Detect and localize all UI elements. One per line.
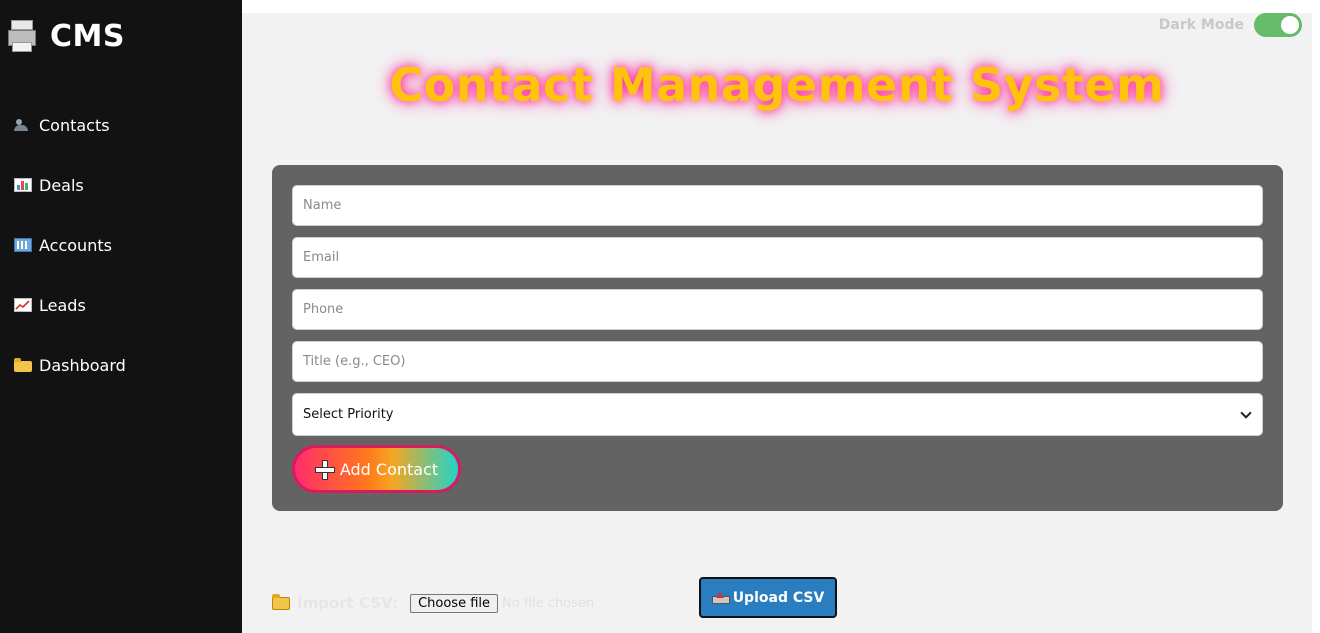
- title-field[interactable]: [292, 341, 1263, 382]
- toggle-knob: [1281, 16, 1299, 34]
- upload-csv-button[interactable]: Upload CSV: [699, 577, 837, 618]
- brand[interactable]: CMS: [8, 18, 125, 54]
- sidebar-item-leads[interactable]: Leads: [14, 288, 126, 322]
- sidebar-item-dashboard[interactable]: Dashboard: [14, 348, 126, 382]
- add-contact-label: Add Contact: [339, 459, 439, 479]
- name-field[interactable]: [292, 185, 1263, 226]
- plus-icon: [314, 460, 335, 480]
- sidebar-nav: Contacts Deals Accounts Leads Dashboard: [14, 108, 126, 408]
- trending-up-icon: [14, 298, 32, 312]
- dark-mode-control: Dark Mode: [1159, 13, 1302, 37]
- sidebar-item-label: Contacts: [39, 115, 110, 135]
- add-contact-button[interactable]: Add Contact: [292, 445, 461, 493]
- chevron-down-icon: [1240, 406, 1252, 419]
- main-content: Dark Mode Contact Management System Sele…: [242, 13, 1312, 633]
- brand-title: CMS: [50, 18, 125, 54]
- sidebar-item-accounts[interactable]: Accounts: [14, 228, 126, 262]
- sidebar-item-deals[interactable]: Deals: [14, 168, 126, 202]
- import-csv-label: Import CSV:: [297, 594, 399, 612]
- upload-icon: [711, 591, 730, 604]
- choose-file-button[interactable]: Choose file: [410, 593, 499, 613]
- priority-select[interactable]: Select Priority: [292, 393, 1263, 436]
- page-title: Contact Management System: [389, 58, 1165, 112]
- priority-select-value: Select Priority: [303, 407, 394, 422]
- phone-field[interactable]: [292, 289, 1263, 330]
- contacts-icon: [14, 118, 32, 132]
- dark-mode-toggle[interactable]: [1254, 13, 1302, 37]
- import-csv-row: Import CSV: Choose file No file chosen: [272, 583, 594, 623]
- sidebar-item-label: Accounts: [39, 235, 112, 255]
- sidebar-item-label: Deals: [39, 175, 84, 195]
- chart-icon: [14, 178, 32, 192]
- printer-icon: [8, 18, 36, 54]
- building-icon: [14, 238, 32, 252]
- dark-mode-label: Dark Mode: [1158, 17, 1244, 33]
- sidebar-item-contacts[interactable]: Contacts: [14, 108, 126, 142]
- sidebar-item-label: Dashboard: [39, 355, 126, 375]
- email-field[interactable]: [292, 237, 1263, 278]
- folder-icon: [14, 357, 32, 372]
- sidebar-item-label: Leads: [39, 295, 86, 315]
- upload-csv-label: Upload CSV: [732, 589, 825, 606]
- contact-form: Select Priority Add Contact: [272, 165, 1283, 511]
- file-status: No file chosen: [502, 595, 595, 611]
- sidebar: CMS Contacts Deals Accounts Leads Dashbo…: [0, 0, 242, 633]
- folder-icon: [272, 593, 290, 610]
